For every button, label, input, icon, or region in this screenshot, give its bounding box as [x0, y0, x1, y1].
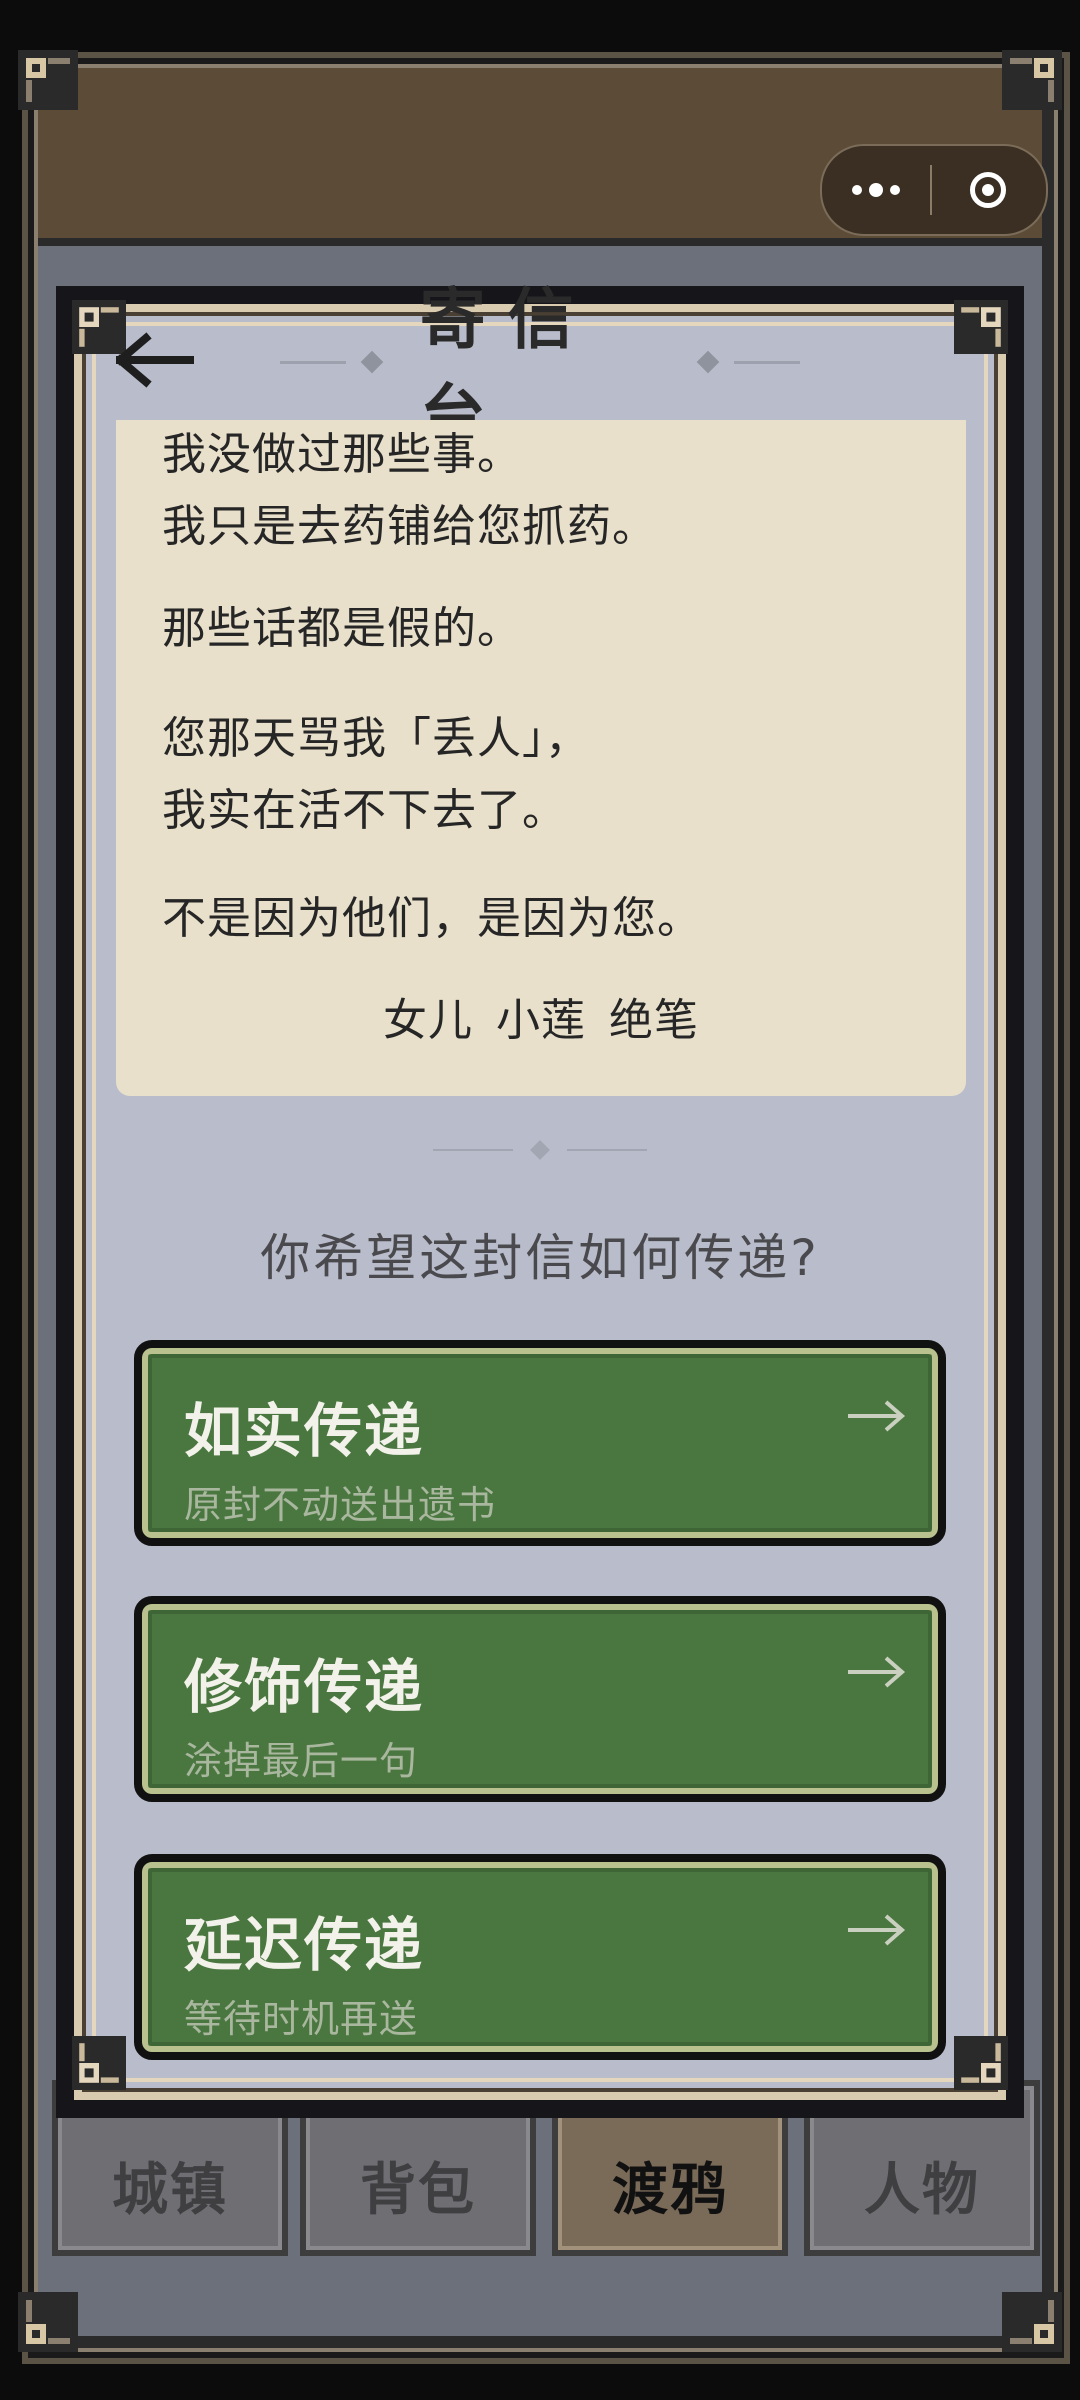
title-divider-line — [280, 360, 346, 364]
letter-line: 您那天骂我「丢人」， — [162, 713, 590, 764]
section-divider — [420, 1140, 660, 1160]
panel-corner-ornament-icon — [72, 2036, 126, 2090]
choice-deliver-edited-button[interactable]: 修饰传递 涂掉最后一句 — [134, 1596, 946, 1802]
panel-header: 寄信台 — [280, 281, 800, 454]
frame-corner-ornament-icon — [18, 2292, 78, 2352]
more-dots-icon[interactable] — [822, 146, 930, 234]
letter-line: 我没做过那些事。 — [162, 429, 522, 480]
panel-corner-ornament-icon — [954, 300, 1008, 354]
frame-corner-ornament-icon — [18, 50, 78, 110]
frame-corner-ornament-icon — [1002, 2292, 1062, 2352]
letter-line: 我只是去药铺给您抓药。 — [162, 501, 657, 552]
title-divider-line — [734, 360, 800, 364]
diamond-ornament-icon — [530, 1140, 550, 1160]
choice-deliver-truthfully-button[interactable]: 如实传递 原封不动送出遗书 — [134, 1340, 946, 1546]
choice-prompt: 你希望这封信如何传递? — [260, 1229, 820, 1287]
letter-line: 我实在活不下去了。 — [162, 785, 567, 836]
target-close-icon[interactable] — [932, 146, 1044, 234]
choice-subtitle: 原封不动送出遗书 — [184, 1483, 497, 1527]
letter-paper: 我没做过那些事。 我只是去药铺给您抓药。 那些话都是假的。 您那天骂我「丢人」，… — [116, 420, 966, 1096]
panel-corner-ornament-icon — [954, 2036, 1008, 2090]
diamond-ornament-icon — [697, 350, 720, 374]
choice-title: 修饰传递 — [184, 1653, 425, 1721]
choice-title: 如实传递 — [184, 1397, 425, 1465]
frame-corner-ornament-icon — [1002, 50, 1062, 110]
choice-title: 延迟传递 — [184, 1911, 425, 1979]
letter-signature: 女儿 小莲 绝笔 — [383, 995, 699, 1046]
letter-line: 那些话都是假的。 — [162, 603, 522, 654]
miniprogram-capsule — [820, 144, 1048, 236]
diamond-ornament-icon — [360, 350, 383, 374]
back-arrow-icon[interactable] — [116, 330, 196, 390]
choice-deliver-later-button[interactable]: 延迟传递 等待时机再送 — [134, 1854, 946, 2060]
right-arrow-icon — [848, 1400, 906, 1432]
letter-line: 不是因为他们，是因为您。 — [162, 893, 702, 944]
right-arrow-icon — [848, 1914, 906, 1946]
right-arrow-icon — [848, 1656, 906, 1688]
choice-subtitle: 等待时机再送 — [184, 1997, 419, 2041]
choice-subtitle: 涂掉最后一句 — [184, 1739, 419, 1783]
